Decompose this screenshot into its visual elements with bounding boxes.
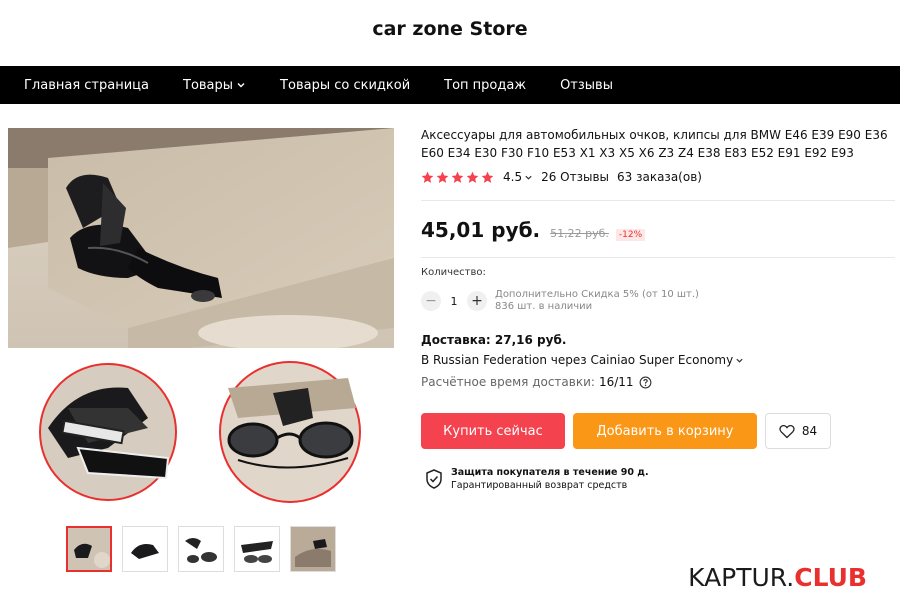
shipping-route: В Russian Federation через Cainiao Super… (421, 353, 734, 367)
chevron-down-icon[interactable] (524, 173, 533, 182)
nav-item-label: Товары со скидкой (280, 77, 411, 93)
buyer-protection: Защита покупателя в течение 90 д. Гарант… (425, 467, 649, 491)
quantity-label: Количество: (421, 267, 486, 278)
delivery-time-label: Расчётное время доставки: (421, 375, 595, 389)
orders-count: 63 заказа(ов) (617, 170, 702, 184)
protection-subtitle: Гарантированный возврат средств (451, 480, 628, 491)
store-header: car zone Store (0, 0, 900, 66)
shipping-route-selector[interactable]: В Russian Federation через Cainiao Super… (421, 353, 744, 367)
discount-badge: -12% (615, 229, 646, 241)
product-photo-illustration (8, 128, 394, 348)
quantity-notes: Дополнительно Скидка 5% (от 10 шт.) 836 … (495, 289, 699, 313)
watermark-logo: KAPTUR.CLUB (688, 563, 867, 592)
star-icon (421, 171, 434, 183)
wishlist-count: 84 (801, 424, 818, 438)
chevron-down-icon (237, 83, 245, 88)
thumbnail[interactable] (66, 526, 112, 572)
chevron-down-icon (736, 358, 743, 363)
old-price: 51,22 руб. (550, 227, 609, 240)
star-rating (421, 171, 496, 184)
store-nav: Главная страница Товары Товары со скидко… (0, 66, 900, 104)
thumbnail[interactable] (290, 526, 336, 572)
delivery-estimate: Расчётное время доставки: 16/11 (421, 375, 652, 389)
nav-item-reviews[interactable]: Отзывы (560, 78, 613, 93)
product-info: Аксессуары для автомобильных очков, клип… (421, 126, 897, 491)
shipping-cost: Доставка: 27,16 руб. (421, 333, 567, 347)
quantity-input[interactable] (441, 291, 467, 311)
nav-item-home[interactable]: Главная страница (24, 78, 149, 93)
clip-detail-illustration (39, 361, 361, 503)
current-price: 45,01 руб. (421, 218, 541, 242)
quantity-stepper: − + Дополнительно Скидка 5% (от 10 шт.) … (421, 289, 699, 313)
help-icon[interactable] (639, 376, 652, 389)
star-icon (481, 171, 494, 183)
nav-item-label: Главная страница (24, 77, 149, 93)
watermark-part: CLUB (794, 563, 867, 592)
nav-item-sale[interactable]: Товары со скидкой (280, 78, 410, 93)
quantity-increase-button[interactable]: + (467, 291, 487, 311)
rating-row: 4.5 26 Отзывы 63 заказа(ов) (421, 170, 897, 184)
nav-item-products[interactable]: Товары (183, 78, 246, 93)
nav-item-label: Товары (183, 77, 234, 93)
delivery-time-value: 16/11 (598, 375, 634, 389)
stock-note: 836 шт. в наличии (495, 301, 593, 312)
main-product-image[interactable] (8, 128, 394, 348)
buy-now-button[interactable]: Купить сейчас (421, 413, 565, 449)
nav-item-label: Топ продаж (444, 77, 527, 93)
thumbnail-strip (66, 526, 346, 572)
secondary-product-image (8, 348, 394, 516)
watermark-part: KAPTUR. (688, 563, 795, 592)
store-title[interactable]: car zone Store (372, 18, 527, 40)
product-title: Аксессуары для автомобильных очков, клип… (421, 128, 888, 160)
star-icon (436, 171, 449, 183)
heart-icon (779, 424, 795, 438)
add-to-cart-button[interactable]: Добавить в корзину (573, 413, 757, 449)
thumbnail[interactable] (178, 526, 224, 572)
thumbnail[interactable] (234, 526, 280, 572)
thumbnail[interactable] (122, 526, 168, 572)
shield-check-icon (426, 469, 442, 489)
quantity-decrease-button[interactable]: − (421, 291, 441, 311)
star-icon (451, 171, 464, 183)
bulk-discount-note: Дополнительно Скидка 5% (от 10 шт.) (495, 289, 699, 300)
divider (421, 257, 895, 258)
nav-item-top-sales[interactable]: Топ продаж (444, 78, 526, 93)
star-icon (466, 171, 479, 183)
price-row: 45,01 руб. 51,22 руб. -12% (421, 218, 646, 242)
reviews-link[interactable]: 26 Отзывы (541, 170, 609, 184)
nav-item-label: Отзывы (560, 77, 613, 93)
divider (421, 200, 895, 201)
wishlist-button[interactable]: 84 (765, 413, 831, 449)
rating-value[interactable]: 4.5 (503, 170, 522, 184)
protection-title: Защита покупателя в течение 90 д. (451, 467, 649, 478)
